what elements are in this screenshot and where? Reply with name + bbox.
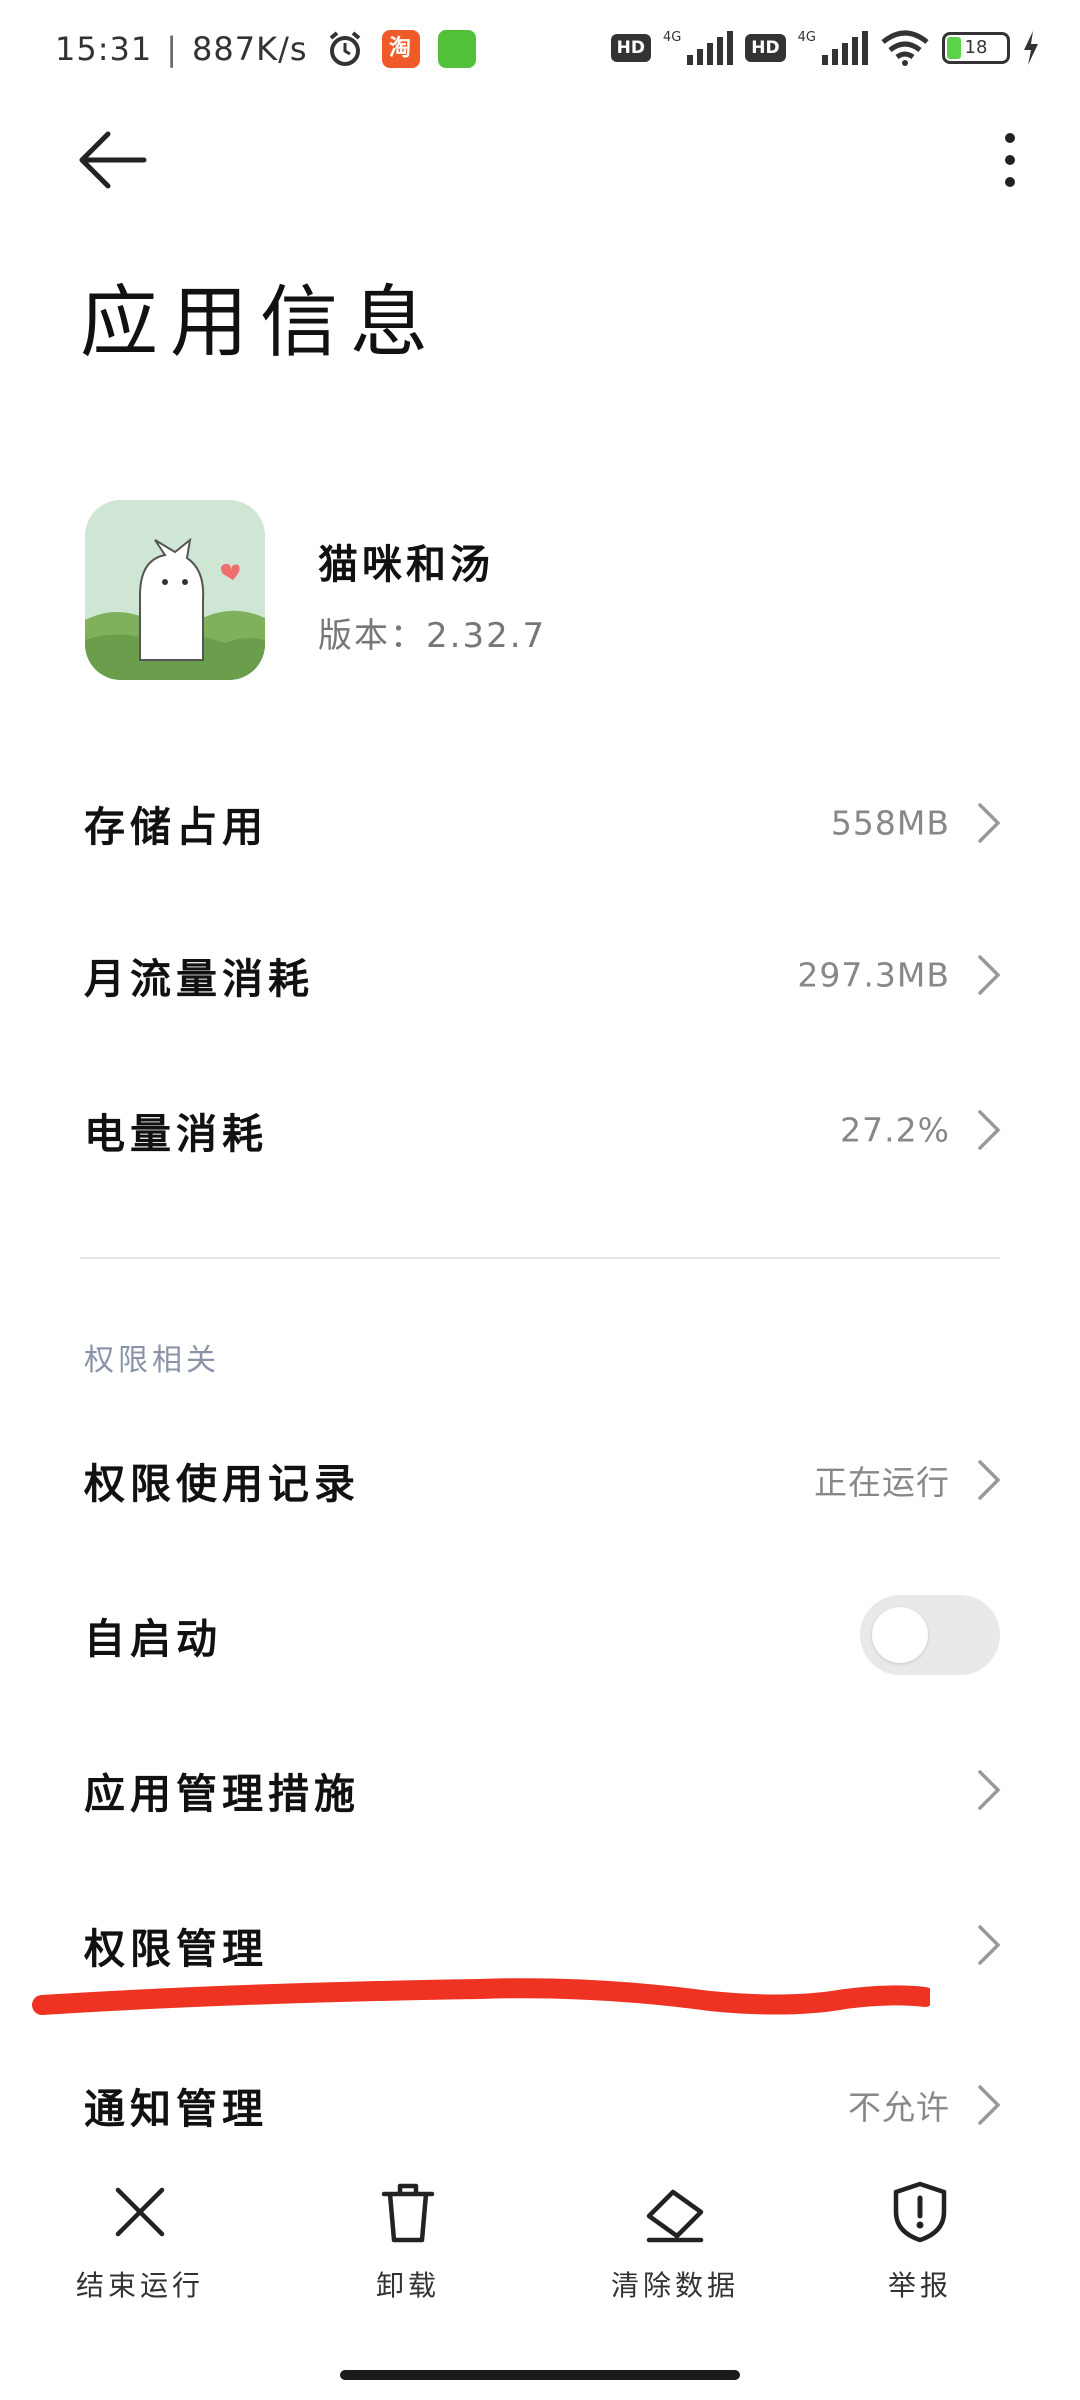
toggle-knob [872, 1607, 928, 1663]
battery-level: 18 [964, 37, 988, 58]
row-value: 不允许 [848, 2088, 950, 2127]
page-title: 应用信息 [80, 278, 441, 368]
red-underline-annotation [32, 1978, 930, 2015]
battery-icon: 18 [942, 32, 1010, 64]
status-right: HD 4G HD 4G 18 [610, 30, 1040, 66]
chevron-right-icon [978, 1110, 1001, 1150]
row-value: 558MB [830, 803, 950, 843]
home-indicator[interactable] [340, 2370, 740, 2380]
status-separator: | [166, 30, 178, 68]
autostart-row: 自启动 [0, 1560, 1080, 1710]
app-icon [85, 500, 265, 680]
row-label: 权限管理 [84, 1925, 268, 1973]
eraser-icon [646, 2189, 704, 2243]
signal-icon-2 [822, 31, 868, 65]
button-label: 卸载 [375, 2269, 440, 2302]
charging-icon [1024, 31, 1038, 65]
chevron-right-icon [978, 803, 1001, 843]
hd-badge: HD [610, 34, 651, 62]
taobao-app-icon: 淘 [381, 30, 420, 68]
network-type-label-2: 4G [797, 30, 816, 45]
chevron-right-icon [978, 1925, 1001, 1965]
row-label: 应用管理措施 [84, 1770, 360, 1818]
divider [80, 1257, 1000, 1259]
clear-data-button[interactable]: 清除数据 [565, 2180, 785, 2304]
row-label: 存储占用 [84, 803, 268, 851]
row-label: 权限使用记录 [84, 1460, 360, 1508]
back-arrow-icon[interactable] [78, 130, 148, 190]
uninstall-button[interactable]: 卸载 [298, 2180, 518, 2304]
trash-icon [381, 2183, 435, 2243]
autostart-toggle[interactable] [860, 1595, 1000, 1675]
chevron-right-icon [978, 955, 1001, 995]
app-name: 猫咪和汤 [318, 542, 494, 588]
permission-usage-record-row[interactable]: 权限使用记录 正在运行 [0, 1405, 1080, 1555]
button-label: 清除数据 [610, 2269, 739, 2302]
row-label: 自启动 [84, 1615, 222, 1663]
shield-alert-icon [893, 2181, 947, 2243]
hd-badge-2: HD [745, 34, 786, 62]
button-label: 举报 [887, 2269, 952, 2302]
chevron-right-icon [978, 1770, 1001, 1810]
row-label: 通知管理 [84, 2085, 268, 2133]
battery-level-fill [947, 37, 961, 59]
wifi-icon [881, 30, 929, 66]
network-type-label: 4G [662, 30, 682, 45]
network-speed: 887K/s [192, 30, 308, 68]
battery-usage-row[interactable]: 电量消耗 27.2% [0, 1055, 1080, 1205]
report-button[interactable]: 举报 [810, 2180, 1030, 2304]
status-left: 15:31 | 887K/s 淘 [55, 30, 476, 68]
row-value: 297.3MB [797, 955, 950, 995]
row-value: 正在运行 [814, 1463, 950, 1502]
data-usage-row[interactable]: 月流量消耗 297.3MB [0, 900, 1080, 1050]
chevron-right-icon [978, 2085, 1001, 2125]
alarm-icon [329, 31, 360, 66]
close-icon [115, 2187, 165, 2237]
button-label: 结束运行 [75, 2269, 204, 2302]
bottom-action-bar: 结束运行 卸载 清除数据 举报 [0, 2180, 1080, 2330]
notification-management-row[interactable]: 通知管理 不允许 [0, 2030, 1080, 2180]
status-bar: 15:31 | 887K/s 淘 HD 4G HD 4G 18 [0, 0, 1080, 100]
app-version: 版本：2.32.7 [318, 616, 547, 656]
status-time: 15:31 [55, 30, 153, 68]
storage-row[interactable]: 存储占用 558MB [0, 748, 1080, 898]
row-value: 27.2% [840, 1110, 950, 1150]
row-label: 月流量消耗 [84, 955, 314, 1003]
force-stop-button[interactable]: 结束运行 [30, 2180, 250, 2304]
more-options-icon[interactable] [980, 130, 1040, 190]
section-title: 权限相关 [84, 1343, 220, 1378]
signal-icon [687, 31, 734, 65]
app-management-row[interactable]: 应用管理措施 [0, 1715, 1080, 1865]
cat-app-notification-icon [437, 30, 476, 68]
chevron-right-icon [978, 1460, 1001, 1500]
row-label: 电量消耗 [84, 1110, 268, 1158]
